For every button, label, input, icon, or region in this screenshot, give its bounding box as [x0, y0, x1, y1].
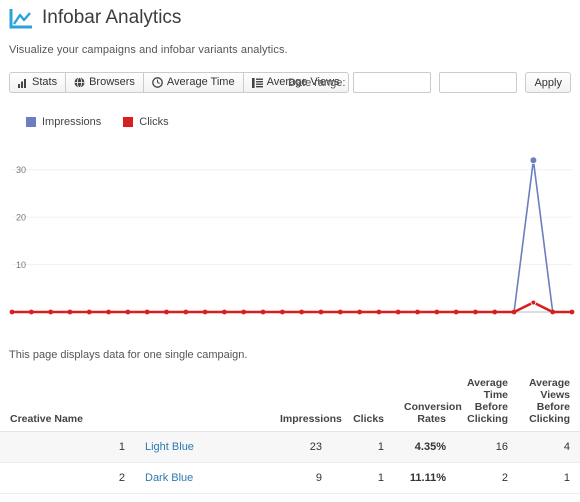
- data-point-clicks[interactable]: [222, 309, 227, 315]
- stats-button-label: Stats: [32, 76, 58, 88]
- data-point-clicks[interactable]: [530, 299, 537, 306]
- col-header-average-views-before-clicking[interactable]: Average Views Before Clicking: [518, 377, 580, 432]
- data-point-clicks[interactable]: [144, 309, 150, 315]
- cell-creative-name: Light Blue: [135, 431, 270, 463]
- cell-avg_views: 4: [518, 431, 580, 463]
- cell-impressions: 23: [270, 431, 332, 463]
- creative-name-link[interactable]: Light Blue: [145, 441, 194, 453]
- data-point-clicks[interactable]: [241, 309, 247, 315]
- date-range-label: Date range:: [287, 76, 346, 89]
- creatives-table: Creative Name Impressions Clicks Convers…: [0, 377, 580, 494]
- page-title: Infobar Analytics: [42, 7, 182, 28]
- data-point-clicks[interactable]: [183, 309, 189, 315]
- data-point-clicks[interactable]: [492, 309, 498, 315]
- cell-impressions: 9: [270, 462, 332, 494]
- data-point-clicks[interactable]: [569, 309, 575, 315]
- cell-avg_time: 2: [456, 462, 518, 494]
- series-line-impressions: [12, 160, 572, 313]
- data-point-clicks[interactable]: [279, 309, 285, 315]
- date-to-input[interactable]: [439, 72, 518, 93]
- data-point-clicks[interactable]: [511, 309, 517, 315]
- legend-label-clicks: Clicks: [139, 116, 169, 128]
- cell-conversion: 11.11%: [394, 462, 456, 494]
- analytics-page: Infobar Analytics Visualize your campaig…: [0, 0, 580, 502]
- table-row[interactable]: 1 Light Blue 23 1 4.35% 16 4: [0, 431, 580, 463]
- data-point-clicks[interactable]: [260, 309, 266, 315]
- apply-button[interactable]: Apply: [525, 72, 571, 93]
- cell-clicks: 1: [332, 431, 394, 463]
- browsers-button[interactable]: Browsers: [65, 72, 143, 93]
- table-header-row: Creative Name Impressions Clicks Convers…: [0, 377, 580, 432]
- stats-button[interactable]: Stats: [9, 72, 66, 93]
- date-from-input[interactable]: [353, 72, 432, 93]
- cell-clicks: 1: [332, 462, 394, 494]
- cell-avg_time: 16: [456, 431, 518, 463]
- analytics-chart-icon: [9, 7, 34, 30]
- col-header-conversion-rates[interactable]: Conversion Rates: [394, 377, 462, 432]
- cell-conversion: 4.35%: [394, 431, 456, 463]
- y-axis-tick-label: 20: [16, 213, 26, 223]
- campaign-note: This page displays data for one single c…: [9, 349, 248, 361]
- analytics-line-chart[interactable]: 10 20 30: [0, 136, 580, 341]
- y-axis-tick-label: 30: [16, 165, 26, 175]
- chart-legend: Impressions Clicks: [0, 94, 580, 128]
- browsers-button-label: Browsers: [89, 76, 135, 88]
- table-header: Creative Name Impressions Clicks Convers…: [0, 377, 580, 432]
- table-row[interactable]: 2 Dark Blue 9 1 11.11% 2 1: [0, 462, 580, 494]
- col-header-impressions[interactable]: Impressions: [270, 377, 342, 432]
- cell-creative-name: Dark Blue: [135, 462, 270, 494]
- data-point-clicks[interactable]: [453, 309, 459, 315]
- data-point-clicks[interactable]: [86, 309, 92, 315]
- list-icon: [251, 77, 263, 88]
- page-header: Infobar Analytics: [0, 0, 580, 30]
- data-point-clicks[interactable]: [9, 309, 15, 315]
- legend-item-clicks[interactable]: Clicks: [123, 116, 169, 128]
- col-header-average-time-before-clicking[interactable]: Average Time Before Clicking: [456, 377, 518, 432]
- legend-item-impressions[interactable]: Impressions: [26, 116, 101, 128]
- bar-chart-icon: [18, 78, 28, 88]
- data-point-clicks[interactable]: [125, 309, 131, 315]
- legend-swatch-clicks: [123, 117, 134, 127]
- data-point-clicks[interactable]: [415, 309, 420, 315]
- series-line-clicks: [12, 301, 572, 314]
- data-point-clicks[interactable]: [337, 309, 343, 315]
- legend-swatch-impressions: [26, 117, 36, 127]
- data-point-clicks[interactable]: [376, 309, 382, 315]
- data-point-clicks[interactable]: [550, 309, 556, 315]
- average-time-button[interactable]: Average Time: [142, 72, 243, 93]
- row-index: 1: [0, 431, 135, 463]
- creative-name-link[interactable]: Dark Blue: [145, 472, 193, 484]
- data-point-clicks[interactable]: [28, 309, 34, 315]
- row-index: 2: [0, 462, 135, 494]
- data-point-clicks[interactable]: [318, 309, 324, 315]
- data-point-clicks[interactable]: [395, 309, 401, 315]
- toolbar: Stats Browsers Average Time Average View…: [0, 72, 580, 94]
- table-body: 1 Light Blue 23 1 4.35% 16 4 2 Dark Blue 9 1 11.11%…: [0, 431, 580, 494]
- date-range-controls: Date range: Apply: [288, 72, 571, 93]
- data-point-clicks[interactable]: [164, 309, 169, 315]
- chart-canvas: 10 20 30: [9, 156, 575, 315]
- data-point-clicks[interactable]: [202, 309, 208, 315]
- globe-icon: [74, 77, 85, 88]
- data-point-clicks[interactable]: [106, 309, 111, 315]
- clock-icon: [152, 77, 163, 88]
- data-point-impressions[interactable]: [529, 156, 538, 165]
- data-point-clicks[interactable]: [299, 309, 305, 315]
- legend-label-impressions: Impressions: [42, 116, 102, 128]
- data-point-clicks[interactable]: [357, 309, 362, 315]
- data-point-clicks[interactable]: [473, 309, 478, 315]
- page-subtitle: Visualize your campaigns and infobar var…: [9, 44, 288, 56]
- average-time-button-label: Average Time: [166, 76, 235, 88]
- data-point-clicks[interactable]: [434, 309, 440, 315]
- cell-avg_views: 1: [518, 462, 580, 494]
- data-point-clicks[interactable]: [48, 309, 54, 315]
- y-axis-tick-label: 10: [16, 260, 26, 270]
- data-point-clicks[interactable]: [67, 309, 73, 315]
- col-header-creative-name[interactable]: Creative Name: [0, 377, 270, 432]
